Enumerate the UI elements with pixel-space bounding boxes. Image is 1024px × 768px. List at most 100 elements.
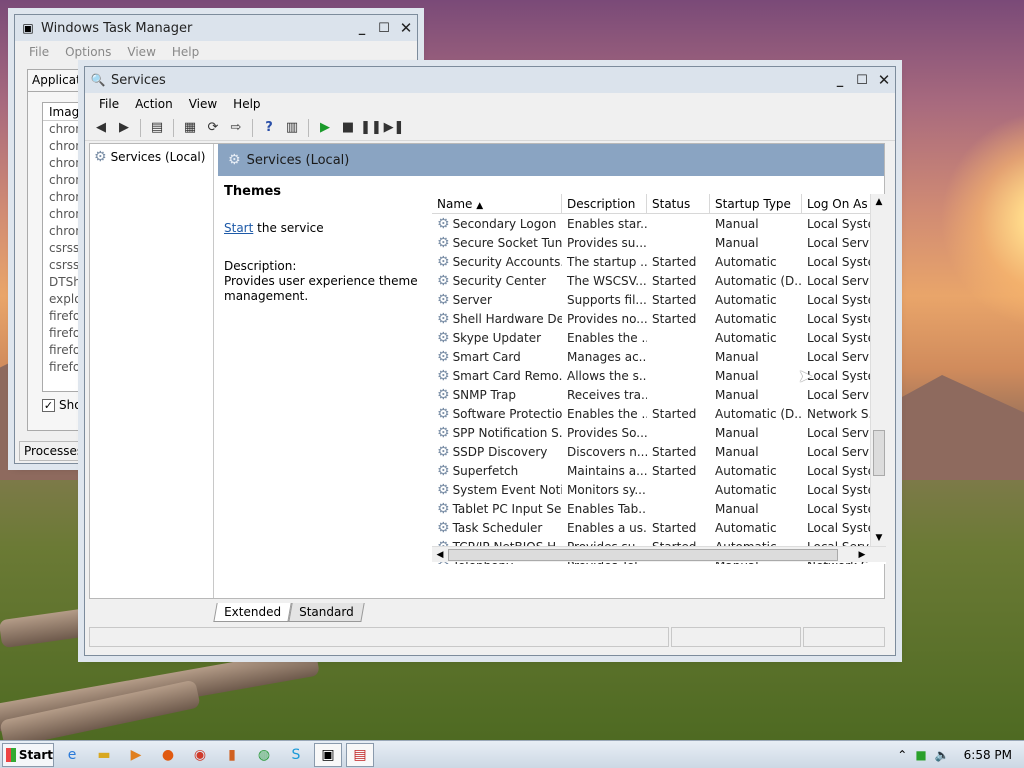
service-gear-icon: ⚙ <box>437 463 450 478</box>
tab-extended[interactable]: Extended <box>213 603 292 622</box>
column-startup-type[interactable]: Startup Type <box>710 194 802 213</box>
start-button[interactable]: Start <box>2 742 54 767</box>
table-row[interactable]: ⚙ Server Supports fil... Started Automatic Lo… <box>432 290 886 309</box>
cell-description: Monitors sy... <box>567 482 646 497</box>
export-list-icon[interactable]: ⇨ <box>226 118 246 138</box>
table-row[interactable]: ⚙ Software Protection Enables the ... Start… <box>432 404 886 423</box>
scroll-left-icon[interactable]: ◀ <box>432 547 448 563</box>
services-titlebar[interactable]: 🔍 Services _ ☐ ✕ <box>85 67 895 93</box>
service-name-text: Skype Updater <box>452 330 542 345</box>
table-row[interactable]: ⚙ SSDP Discovery Discovers n... Started Manu… <box>432 442 886 461</box>
menu-action[interactable]: Action <box>127 97 181 111</box>
pause-service-icon[interactable]: ❚❚ <box>360 118 382 138</box>
ie-icon[interactable]: e <box>58 743 86 767</box>
close-button[interactable]: ✕ <box>873 71 895 89</box>
column-name[interactable]: Name ▲ <box>432 194 562 213</box>
refresh-icon[interactable]: ⟳ <box>203 118 223 138</box>
utorrent-icon[interactable]: ◍ <box>250 743 278 767</box>
tree-item-services-local[interactable]: ⚙ Services (Local) <box>94 150 209 164</box>
scroll-down-icon[interactable]: ▼ <box>871 530 886 546</box>
volume-muted-icon[interactable]: 🔈 <box>935 748 950 762</box>
help-icon[interactable]: ? <box>259 118 279 138</box>
stop-service-icon[interactable]: ■ <box>338 118 358 138</box>
task-manager-icon[interactable]: ▣ <box>314 742 342 767</box>
table-row[interactable]: ⚙ Smart Card Manages ac... Manual Local Serv… <box>432 347 886 366</box>
start-service-icon[interactable]: ▶ <box>315 118 335 138</box>
horizontal-scrollbar[interactable]: ◀ ▶ <box>432 546 886 562</box>
scroll-thumb[interactable] <box>448 549 838 561</box>
table-row[interactable]: ⚙ Tablet PC Input Se... Enables Tab... Manu… <box>432 499 886 518</box>
column-log-on-as[interactable]: Log On As <box>802 194 874 213</box>
task-manager-titlebar[interactable]: ▣ Windows Task Manager _ ☐ ✕ <box>15 15 417 41</box>
scroll-right-icon[interactable]: ▶ <box>854 547 870 563</box>
vertical-scrollbar[interactable]: ▲ ▼ <box>870 194 886 546</box>
toolbar-separator <box>252 118 253 137</box>
cell-name: ⚙System Event Noti... <box>432 483 562 497</box>
close-button[interactable]: ✕ <box>395 19 417 37</box>
menu-file[interactable]: File <box>91 97 127 111</box>
cell-name: ⚙ SPP Notification S... <box>432 426 562 440</box>
start-service-link[interactable]: Start <box>224 221 253 235</box>
restart-service-icon[interactable]: ▶❚ <box>384 118 405 138</box>
cell-startup-type: Manual <box>715 349 759 364</box>
table-row[interactable]: ⚙Shell Hardware De... Provides no... Start… <box>432 309 886 328</box>
service-gear-icon: ⚙ <box>437 387 450 402</box>
processes-status: Processes: 6 <box>19 441 89 461</box>
table-row[interactable]: ⚙ Skype Updater Enables the ... Automatic Lo… <box>432 328 886 347</box>
cell-description: Discovers n... <box>567 444 647 459</box>
table-row[interactable]: ⚙System Event Noti... Monitors sy... Autom… <box>432 480 886 499</box>
scroll-thumb[interactable] <box>873 430 885 476</box>
menu-view[interactable]: View <box>119 45 163 59</box>
table-row[interactable]: ⚙ SPP Notification S... Provides So... Manu… <box>432 423 886 442</box>
table-row[interactable]: ⚙ Security Accounts... The startup ... Star… <box>432 252 886 271</box>
firefox-icon[interactable]: ● <box>154 743 182 767</box>
scroll-up-icon[interactable]: ▲ <box>871 194 886 210</box>
tab-standard-label: Standard <box>299 605 354 619</box>
table-row[interactable]: ⚙ Smart Card Remo... Allows the s... Manual… <box>432 366 886 385</box>
console-tree-icon[interactable]: ▤ <box>147 118 167 138</box>
show-hide-action-pane-icon[interactable]: ▥ <box>282 118 302 138</box>
properties-icon[interactable]: ▦ <box>180 118 200 138</box>
cell-status: Started <box>652 463 697 478</box>
show-hidden-icons-icon[interactable]: ⌃ <box>897 748 907 762</box>
cell-description: Maintains a... <box>567 463 647 478</box>
table-row[interactable]: ⚙ Security Center The WSCSV... Started Autom… <box>432 271 886 290</box>
clock[interactable]: 6:58 PM <box>964 748 1012 762</box>
description-text: Provides user experience theme managemen… <box>224 274 418 303</box>
services-window[interactable]: 🔍 Services _ ☐ ✕ File Action View Help ◀… <box>84 66 896 656</box>
menu-help[interactable]: Help <box>164 45 207 59</box>
checkbox-icon[interactable]: ✓ <box>42 398 55 412</box>
column-description[interactable]: Description <box>562 194 647 213</box>
menu-help[interactable]: Help <box>225 97 268 111</box>
services-list[interactable]: Name ▲ Description Status Startup Type L… <box>432 194 886 564</box>
chrome-icon[interactable]: ◉ <box>186 743 214 767</box>
cell-description: Manages ac... <box>567 349 647 364</box>
cell-description: Enables star... <box>567 216 647 231</box>
forward-arrow-icon[interactable]: ▶ <box>114 118 134 138</box>
table-row[interactable]: ⚙ Task Scheduler Enables a us... Started Aut… <box>432 518 886 537</box>
table-row[interactable]: ⚙ Superfetch Maintains a... Started Automati… <box>432 461 886 480</box>
office-icon[interactable]: ▮ <box>218 743 246 767</box>
menu-options[interactable]: Options <box>57 45 119 59</box>
cell-description: Supports fil... <box>567 292 647 307</box>
maximize-button[interactable]: ☐ <box>373 19 395 37</box>
cell-description: Enables the ... <box>567 406 647 421</box>
minimize-button[interactable]: _ <box>829 71 851 89</box>
table-row[interactable]: ⚙ SNMP Trap Receives tra... Manual Local Ser… <box>432 385 886 404</box>
column-status[interactable]: Status <box>647 194 710 213</box>
tab-standard[interactable]: Standard <box>288 603 365 622</box>
table-row[interactable]: ⚙ Secure Socket Tun... Provides su... Manua… <box>432 233 886 252</box>
folder-icon[interactable]: ▬ <box>90 743 118 767</box>
table-row[interactable]: ⚙ Secondary Logon Enables star... Manual Loc… <box>432 214 886 233</box>
service-name-text: Security Center <box>452 273 547 288</box>
network-icon[interactable]: ■ <box>915 748 926 762</box>
services-icon[interactable]: ▤ <box>346 742 374 767</box>
back-arrow-icon[interactable]: ◀ <box>91 118 111 138</box>
menu-file[interactable]: File <box>21 45 57 59</box>
maximize-button[interactable]: ☐ <box>851 71 873 89</box>
menu-view[interactable]: View <box>181 97 225 111</box>
media-player-icon[interactable]: ▶ <box>122 743 150 767</box>
skype-icon[interactable]: S <box>282 743 310 767</box>
service-name-text: System Event Noti... <box>452 482 562 497</box>
minimize-button[interactable]: _ <box>351 19 373 37</box>
